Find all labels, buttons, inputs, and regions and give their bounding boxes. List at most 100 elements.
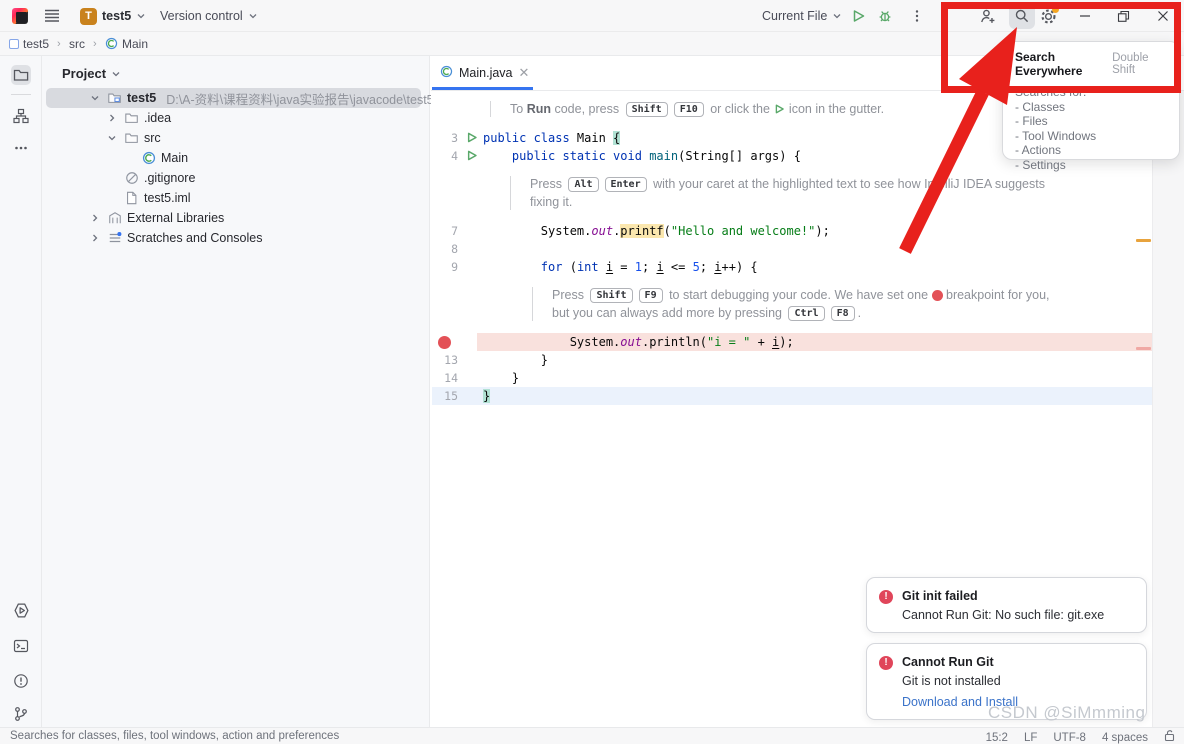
tree-spacer xyxy=(122,151,136,165)
code-line-8[interactable]: 8 xyxy=(432,240,1152,258)
keycap: Shift xyxy=(626,102,668,117)
tree-item-test5-iml[interactable]: test5.iml xyxy=(42,188,429,208)
tree-item-src[interactable]: src xyxy=(42,128,429,148)
line-number: 4 xyxy=(432,147,458,165)
line-separator-widget[interactable]: LF xyxy=(1024,731,1037,744)
folder-icon xyxy=(123,110,140,126)
project-panel: Project test5D:\A-资料\课程资料\java实验报告\javac… xyxy=(42,56,430,727)
keycap: Shift xyxy=(590,288,632,303)
tool-window-strip xyxy=(0,56,42,727)
terminal-tool-window-button[interactable] xyxy=(11,636,31,656)
tree-item--gitignore[interactable]: .gitignore xyxy=(42,168,429,188)
tree-chevron-icon[interactable] xyxy=(88,91,102,105)
ignored-icon xyxy=(123,170,140,186)
current-line-highlight xyxy=(432,387,1152,405)
tree-chevron-icon[interactable] xyxy=(88,211,102,225)
watermark: CSDN @SiMmming xyxy=(988,703,1145,723)
breadcrumb-separator: › xyxy=(93,32,97,56)
code-text: } xyxy=(483,369,519,387)
gutter-run-icon[interactable] xyxy=(465,131,478,147)
breakpoint-icon[interactable] xyxy=(438,336,451,349)
tree-item-label: .gitignore xyxy=(144,171,195,185)
tooltip-item: - Settings xyxy=(1015,158,1167,173)
code-text: public static void main(String[] args) { xyxy=(483,147,801,165)
notification-body: Cannot Run Git: No such file: git.exe xyxy=(902,608,1104,622)
class-icon xyxy=(140,150,157,166)
folder-icon xyxy=(13,67,29,83)
gutter-run-icon[interactable] xyxy=(465,149,478,165)
folder-project-icon xyxy=(106,90,123,106)
more-tool-windows-button[interactable] xyxy=(11,138,31,158)
code-text: for (int i = 1; i <= 5; i++) { xyxy=(483,258,758,276)
code-line-9[interactable]: 9 for (int i = 1; i <= 5; i++) { xyxy=(432,258,1152,276)
code-line[interactable]: System.out.println("i = " + i); xyxy=(432,333,1152,351)
line-number: 14 xyxy=(432,369,458,387)
git-branch-icon xyxy=(13,706,29,722)
keycap: Ctrl xyxy=(788,306,824,321)
status-bar: Searches for classes, files, tool window… xyxy=(0,727,1184,744)
annotation-rectangle xyxy=(941,2,1181,93)
tree-item-main[interactable]: Main xyxy=(42,148,429,168)
editor-scrollbar-stripe[interactable] xyxy=(1152,91,1184,727)
tree-item-test5[interactable]: test5D:\A-资料\课程资料\java实验报告\javacode\test… xyxy=(42,88,429,108)
code-text: } xyxy=(483,387,490,405)
run-tool-window-button[interactable] xyxy=(11,600,31,620)
tree-item-scratches-and-consoles[interactable]: Scratches and Consoles xyxy=(42,228,429,248)
breadcrumb-item-project[interactable]: test5 xyxy=(9,32,49,56)
editor-inline-tip: To Run code, press ShiftF10 or click the… xyxy=(510,100,884,118)
keycap: F9 xyxy=(639,288,663,303)
line-number: 3 xyxy=(432,129,458,147)
code-line-7[interactable]: 7 System.out.printf("Hello and welcome!"… xyxy=(432,222,1152,240)
notification-title: Cannot Run Git xyxy=(902,655,1018,669)
line-number: 8 xyxy=(432,240,458,258)
tooltip-item: - Actions xyxy=(1015,143,1167,158)
line-number: 15 xyxy=(432,387,458,405)
tree-chevron-icon[interactable] xyxy=(105,131,119,145)
app-logo-icon xyxy=(12,0,28,32)
tree-item-label: test5.iml xyxy=(144,191,191,205)
more-dots-icon xyxy=(14,141,28,155)
project-badge: T xyxy=(80,8,97,25)
breadcrumb-item-main[interactable]: Main xyxy=(105,32,148,56)
tree-item-external-libraries[interactable]: External Libraries xyxy=(42,208,429,228)
tree-item--idea[interactable]: .idea xyxy=(42,108,429,128)
git-tool-window-button[interactable] xyxy=(11,704,31,724)
tree-item-label: .idea xyxy=(144,111,171,125)
project-tree: test5D:\A-资料\课程资料\java实验报告\javacode\test… xyxy=(42,88,429,248)
chevron-down-icon xyxy=(248,11,258,21)
project-name: test5 xyxy=(102,9,131,23)
tree-item-label: External Libraries xyxy=(127,211,224,225)
caret-position-widget[interactable]: 15:2 xyxy=(986,731,1008,744)
project-widget[interactable]: T test5 xyxy=(80,0,146,32)
structure-tool-button[interactable] xyxy=(11,106,31,126)
indent-widget[interactable]: 4 spaces xyxy=(1102,731,1148,744)
vcs-widget[interactable]: Version control xyxy=(160,0,258,32)
tree-chevron-icon[interactable] xyxy=(88,231,102,245)
notification-body: Git is not installed xyxy=(902,674,1018,688)
keycap: F10 xyxy=(674,102,704,117)
error-icon: ! xyxy=(879,590,893,604)
strip-divider xyxy=(11,94,31,95)
problems-tool-window-button[interactable] xyxy=(11,671,31,691)
readonly-lock-icon[interactable] xyxy=(1164,729,1176,744)
problems-icon xyxy=(13,673,29,689)
tree-item-label: Scratches and Consoles xyxy=(127,231,263,245)
tree-chevron-icon[interactable] xyxy=(105,111,119,125)
project-panel-header[interactable]: Project xyxy=(62,66,121,81)
code-line-13[interactable]: 13 } xyxy=(432,351,1152,369)
code-line-15[interactable]: 15} xyxy=(432,387,1152,405)
notification-card: ! Git init failed Cannot Run Git: No such … xyxy=(866,577,1147,633)
notification-title: Git init failed xyxy=(902,589,1104,603)
hamburger-icon xyxy=(44,8,60,25)
terminal-icon xyxy=(13,638,29,654)
breadcrumb-item-src[interactable]: src xyxy=(69,32,85,56)
run-hexagon-icon xyxy=(13,602,30,619)
scratches-icon xyxy=(106,230,123,246)
encoding-widget[interactable]: UTF-8 xyxy=(1053,731,1086,744)
main-menu-button[interactable] xyxy=(44,0,60,32)
code-line-14[interactable]: 14 } xyxy=(432,369,1152,387)
chevron-down-icon xyxy=(136,11,146,21)
project-tool-button[interactable] xyxy=(11,65,31,85)
tree-item-label: src xyxy=(144,131,161,145)
warning-stripe-mark xyxy=(1136,239,1151,242)
